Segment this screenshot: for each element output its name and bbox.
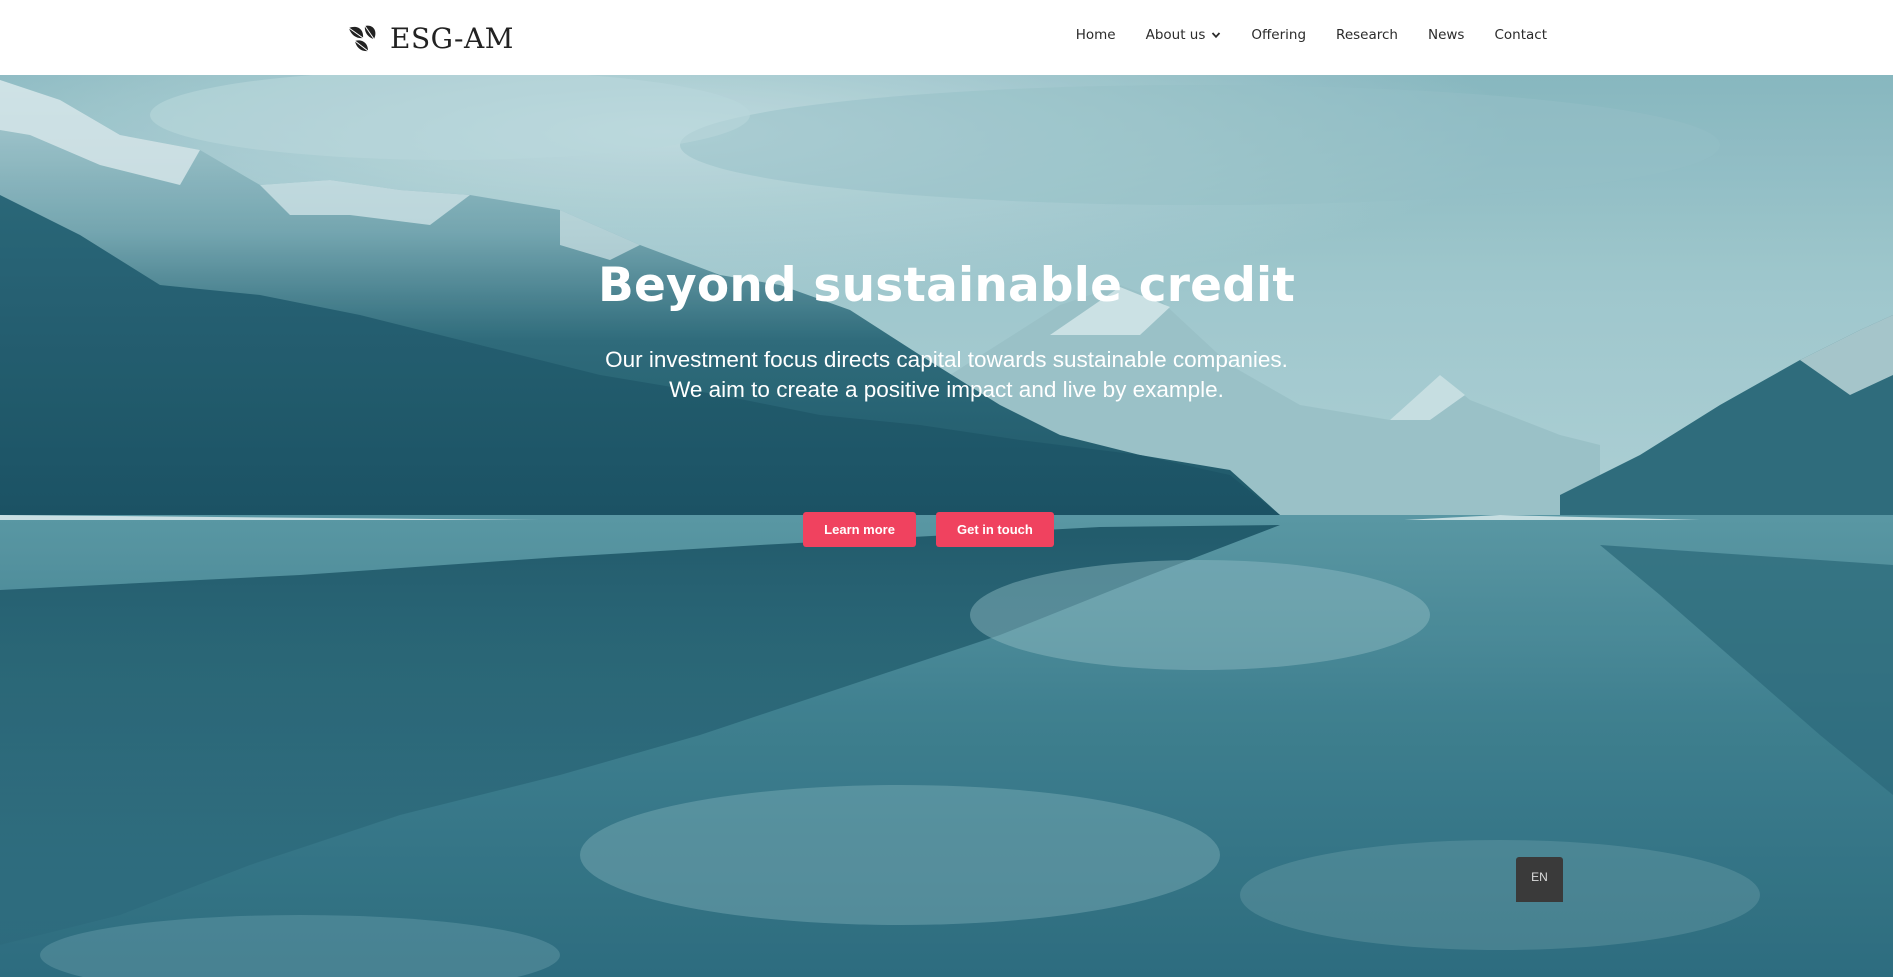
main-nav: Home About us Offering Research News Con… — [1076, 27, 1547, 43]
hero-subtitle-line-1: Our investment focus directs capital tow… — [605, 347, 1288, 372]
nav-item-label: About us — [1145, 27, 1206, 43]
hero-title: Beyond sustainable credit — [597, 258, 1296, 313]
nav-item-news[interactable]: News — [1428, 27, 1464, 43]
logo-text: ESG-AM — [390, 21, 514, 55]
hero-content: Beyond sustainable credit Our investment… — [0, 75, 1893, 977]
nav-item-contact[interactable]: Contact — [1494, 27, 1547, 43]
nav-item-label: Offering — [1251, 27, 1307, 43]
nav-item-label: News — [1427, 27, 1465, 43]
page: ESG-AM Home About us Offering Research N… — [0, 0, 1893, 977]
hero-subtitle: Our investment focus directs capital tow… — [0, 345, 1893, 405]
site-header: ESG-AM Home About us Offering Research N… — [0, 0, 1893, 75]
site-logo[interactable]: ESG-AM — [346, 20, 514, 56]
hero-buttons: Learn more Get in touch — [0, 512, 1893, 547]
nav-item-research[interactable]: Research — [1336, 27, 1398, 43]
nav-item-label: Home — [1075, 27, 1116, 43]
nav-item-label: Research — [1336, 27, 1398, 43]
nav-item-home[interactable]: Home — [1076, 27, 1116, 43]
leaf-mark-icon — [348, 25, 376, 52]
hero-section: Beyond sustainable credit Our investment… — [0, 75, 1893, 977]
nav-item-offering[interactable]: Offering — [1251, 27, 1306, 43]
get-in-touch-button[interactable]: Get in touch — [935, 512, 1054, 547]
chevron-down-icon — [1212, 32, 1221, 39]
learn-more-button[interactable]: Learn more — [803, 512, 916, 547]
nav-item-label: Contact — [1494, 27, 1547, 43]
nav-item-about-us[interactable]: About us — [1146, 27, 1222, 43]
hero-subtitle-line-2: We aim to create a positive impact and l… — [669, 377, 1224, 402]
language-switch-button[interactable]: EN — [1516, 857, 1563, 902]
